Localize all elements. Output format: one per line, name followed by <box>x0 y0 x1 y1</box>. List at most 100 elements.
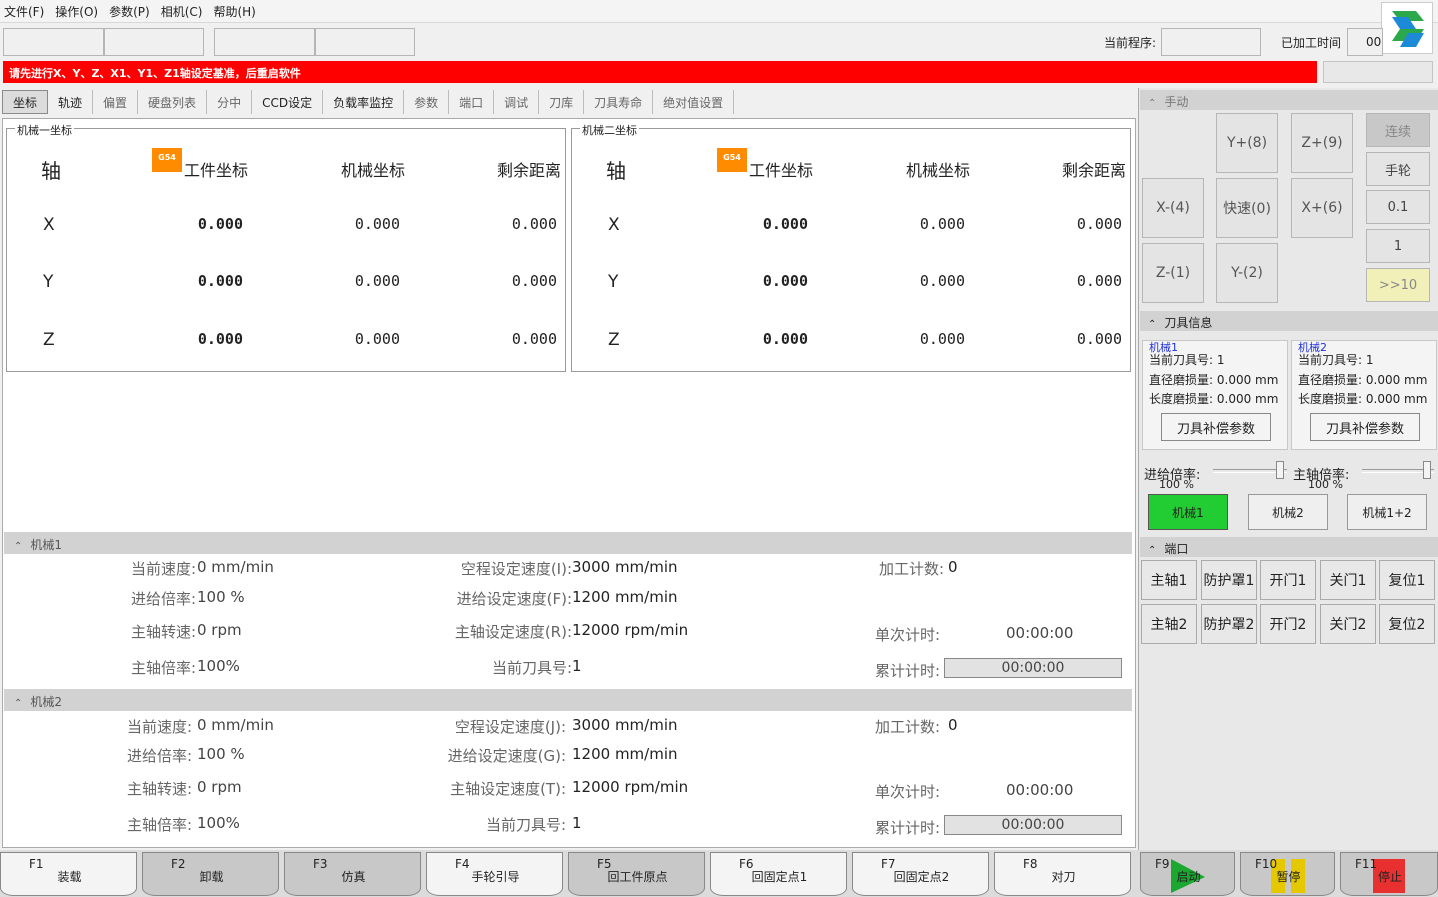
select-machine1-button[interactable]: 机械1 <box>1148 494 1228 530</box>
remain-z-value: 0.000 <box>511 330 557 348</box>
cur-speed-value: 0 mm/min <box>197 716 274 734</box>
spindle-rate-value: 100% <box>197 657 240 675</box>
f5-return-work-origin-button[interactable]: F5 回工件原点 <box>568 852 705 896</box>
port-guard2-button[interactable]: 防护罩2 <box>1201 604 1257 644</box>
machine-coord-header: 机械坐标 <box>906 161 971 180</box>
axis-label-x: X <box>43 215 55 235</box>
f3-simulate-button[interactable]: F3 仿真 <box>284 852 421 896</box>
jog-z-plus-button[interactable]: Z+(9) <box>1291 113 1353 173</box>
tool-info-machine1: 机械1 当前刀具号: 1 直径磨损量: 0.000 mm 长度磨损量: 0.00… <box>1142 340 1288 450</box>
menu-operation[interactable]: 操作(O) <box>55 3 98 20</box>
port-spindle2-button[interactable]: 主轴2 <box>1141 604 1197 644</box>
tab-absolute-settings[interactable]: 绝对值设置 <box>653 90 735 114</box>
tab-centering[interactable]: 分中 <box>207 90 253 114</box>
select-machine2-button[interactable]: 机械2 <box>1248 494 1328 530</box>
f1-load-button[interactable]: F1 装载 <box>0 852 137 896</box>
remaining-distance-header: 剩余距离 <box>1062 161 1127 180</box>
tab-tool-magazine[interactable]: 刀库 <box>539 90 585 114</box>
menu-help[interactable]: 帮助(H) <box>213 3 255 20</box>
tab-parameters[interactable]: 参数 <box>404 90 450 114</box>
port-spindle1-button[interactable]: 主轴1 <box>1141 560 1197 600</box>
work-x-value: 0.000 <box>762 215 808 233</box>
g54-badge[interactable]: G54 <box>152 148 182 172</box>
cur-speed-label: 当前速度: <box>130 560 196 578</box>
axis-label-z: Z <box>608 330 620 350</box>
f2-unload-button[interactable]: F2 卸载 <box>142 852 279 896</box>
port-open-door2-button[interactable]: 开门2 <box>1260 604 1316 644</box>
jog-y-minus-button[interactable]: Y-(2) <box>1216 243 1278 303</box>
tab-offset[interactable]: 偏置 <box>93 90 139 114</box>
tool-number-value: 1 <box>572 814 582 832</box>
feed-rate-slider-thumb[interactable] <box>1275 461 1284 479</box>
tab-coordinates[interactable]: 坐标 <box>2 90 49 114</box>
axis-label-y: Y <box>43 272 54 292</box>
feed-rate-label: 进给倍率: <box>130 590 196 608</box>
tab-ccd-settings[interactable]: CCD设定 <box>252 90 324 114</box>
jog-y-plus-button[interactable]: Y+(8) <box>1216 113 1278 173</box>
step-0-1-button[interactable]: 0.1 <box>1366 190 1430 224</box>
machine-x-value: 0.000 <box>354 215 400 233</box>
step-1-button[interactable]: 1 <box>1366 229 1430 263</box>
tab-debug[interactable]: 调试 <box>494 90 540 114</box>
menu-file[interactable]: 文件(F) <box>4 3 44 20</box>
menu-params[interactable]: 参数(P) <box>109 3 150 20</box>
coord-panel-title: 机械一坐标 <box>15 122 74 138</box>
work-y-value: 0.000 <box>762 272 808 290</box>
f6-return-fixed-point1-button[interactable]: F6 回固定点1 <box>710 852 847 896</box>
f4-handwheel-guide-button[interactable]: F4 手轮引导 <box>426 852 563 896</box>
tab-tool-life[interactable]: 刀具寿命 <box>584 90 654 114</box>
tab-load-monitor[interactable]: 负载率监控 <box>323 90 405 114</box>
tool-info-section-header[interactable]: ⌃ 刀具信息 <box>1140 311 1438 331</box>
spindle-rate-label: 主轴倍率: <box>126 816 192 834</box>
port-close-door2-button[interactable]: 关门2 <box>1320 604 1376 644</box>
manual-section-header[interactable]: ⌃ 手动 <box>1140 90 1438 110</box>
machine1-info: 当前速度: 0 mm/min 进给倍率: 100 % 主轴转速: 0 rpm 主… <box>4 554 1132 686</box>
jog-z-minus-button[interactable]: Z-(1) <box>1142 243 1204 303</box>
tab-ports[interactable]: 端口 <box>449 90 495 114</box>
feed-rate-slider-value: 100 % <box>1159 478 1194 491</box>
f11-stop-button[interactable]: F11 停止 <box>1340 852 1438 896</box>
axis-header: 轴 <box>41 159 61 183</box>
port-close-door1-button[interactable]: 关门1 <box>1320 560 1376 600</box>
ports-section-header[interactable]: ⌃ 端口 <box>1140 537 1438 557</box>
jog-rapid-button[interactable]: 快速(0) <box>1216 178 1278 238</box>
tab-disk-list[interactable]: 硬盘列表 <box>138 90 208 114</box>
f9-start-button[interactable]: F9 启动 <box>1140 852 1235 896</box>
menu-camera[interactable]: 相机(C) <box>161 3 203 20</box>
spindle-rate-slider-thumb[interactable] <box>1422 461 1431 479</box>
feed-set-label: 进给设定速度(G): <box>447 747 566 765</box>
coord-panel-machine1: 机械一坐标 轴 G54 工件坐标 机械坐标 剩余距离 X 0.000 0.000… <box>6 122 566 372</box>
port-guard1-button[interactable]: 防护罩1 <box>1201 560 1257 600</box>
machine1-section-header[interactable]: ⌃ 机械1 <box>4 532 1132 554</box>
port-open-door1-button[interactable]: 开门1 <box>1260 560 1316 600</box>
spindle-speed-label: 主轴转速: <box>130 623 196 641</box>
f10-pause-button[interactable]: F10 暂停 <box>1240 852 1335 896</box>
len-wear-row: 长度磨损量: 0.000 mm <box>1149 392 1279 406</box>
count-label: 加工计数: <box>878 560 944 578</box>
dia-wear-row: 直径磨损量: 0.000 mm <box>1149 373 1279 387</box>
port-reset1-button[interactable]: 复位1 <box>1379 560 1435 600</box>
jog-x-minus-button[interactable]: X-(4) <box>1142 178 1204 238</box>
port-reset2-button[interactable]: 复位2 <box>1379 604 1435 644</box>
status-box-3 <box>214 28 315 56</box>
mode-handwheel-button[interactable]: 手轮 <box>1366 152 1430 186</box>
tab-trajectory[interactable]: 轨迹 <box>48 90 94 114</box>
g54-badge[interactable]: G54 <box>717 148 747 172</box>
work-coord-header: 工件坐标 <box>749 161 814 180</box>
status-box-1 <box>3 28 104 56</box>
jog-x-plus-button[interactable]: X+(6) <box>1291 178 1353 238</box>
current-program-field <box>1161 28 1261 56</box>
f8-tool-setting-button[interactable]: F8 对刀 <box>994 852 1131 896</box>
f7-return-fixed-point2-button[interactable]: F7 回固定点2 <box>852 852 989 896</box>
spindle-set-value: 12000 rpm/min <box>572 621 689 639</box>
step-10-button[interactable]: >>10 <box>1366 268 1430 302</box>
rapid-set-value: 3000 mm/min <box>572 716 678 734</box>
tool-comp-button[interactable]: 刀具补偿参数 <box>1310 413 1420 441</box>
machine2-section-header[interactable]: ⌃ 机械2 <box>4 689 1132 711</box>
spindle-rate-slider-value: 100 % <box>1308 478 1343 491</box>
mode-continuous-button[interactable]: 连续 <box>1366 113 1430 147</box>
tool-comp-button[interactable]: 刀具补偿参数 <box>1161 413 1271 441</box>
spindle-set-value: 12000 rpm/min <box>572 778 689 796</box>
select-machine12-button[interactable]: 机械1+2 <box>1347 494 1427 530</box>
tool-number-label: 当前刀具号: <box>491 659 572 677</box>
